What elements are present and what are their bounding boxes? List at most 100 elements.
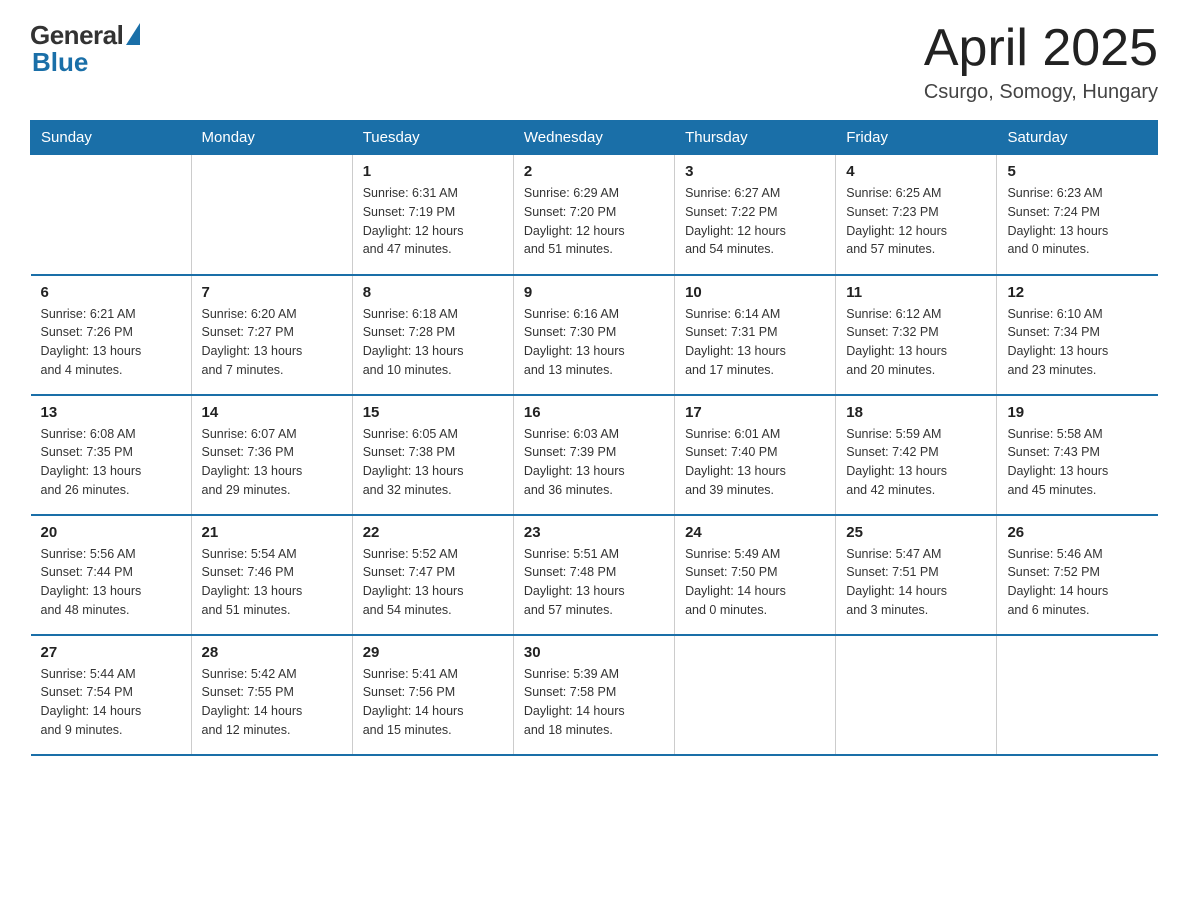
day-number: 15 [363, 404, 503, 421]
day-info: Sunrise: 5:49 AM Sunset: 7:50 PM Dayligh… [685, 545, 825, 620]
day-info: Sunrise: 6:03 AM Sunset: 7:39 PM Dayligh… [524, 425, 664, 500]
header-cell-wednesday: Wednesday [513, 121, 674, 155]
calendar-cell: 12 Sunrise: 6:10 AM Sunset: 7:34 PM Dayli… [997, 275, 1158, 395]
calendar-cell: 16 Sunrise: 6:03 AM Sunset: 7:39 PM Dayli… [513, 395, 674, 515]
day-number: 13 [41, 404, 181, 421]
calendar-cell: 18Sunrise: 5:59 AM Sunset: 7:42 PM Dayli… [836, 395, 997, 515]
day-info: Sunrise: 6:07 AM Sunset: 7:36 PM Dayligh… [202, 425, 342, 500]
header-cell-sunday: Sunday [31, 121, 192, 155]
calendar-cell: 9 Sunrise: 6:16 AM Sunset: 7:30 PM Daylig… [513, 275, 674, 395]
day-number: 22 [363, 524, 503, 541]
day-info: Sunrise: 6:18 AM Sunset: 7:28 PM Dayligh… [363, 305, 503, 380]
day-number: 3 [685, 163, 825, 180]
location-text: Csurgo, Somogy, Hungary [924, 81, 1158, 104]
day-number: 8 [363, 284, 503, 301]
page-header: General Blue April 2025 Csurgo, Somogy, … [30, 20, 1158, 104]
calendar-cell: 8 Sunrise: 6:18 AM Sunset: 7:28 PM Daylig… [352, 275, 513, 395]
header-cell-tuesday: Tuesday [352, 121, 513, 155]
calendar-cell: 17 Sunrise: 6:01 AM Sunset: 7:40 PM Dayli… [675, 395, 836, 515]
calendar-cell: 28 Sunrise: 5:42 AM Sunset: 7:55 PM Dayli… [191, 635, 352, 755]
calendar-row-0: 1 Sunrise: 6:31 AM Sunset: 7:19 PM Daylig… [31, 155, 1158, 275]
day-info: Sunrise: 5:42 AM Sunset: 7:55 PM Dayligh… [202, 665, 342, 740]
day-number: 18 [846, 404, 986, 421]
calendar-cell: 22 Sunrise: 5:52 AM Sunset: 7:47 PM Dayli… [352, 515, 513, 635]
header-row: SundayMondayTuesdayWednesdayThursdayFrid… [31, 121, 1158, 155]
day-number: 16 [524, 404, 664, 421]
day-number: 19 [1007, 404, 1147, 421]
calendar-cell: 29Sunrise: 5:41 AM Sunset: 7:56 PM Dayli… [352, 635, 513, 755]
calendar-cell: 6 Sunrise: 6:21 AM Sunset: 7:26 PM Daylig… [31, 275, 192, 395]
day-number: 5 [1007, 163, 1147, 180]
logo-triangle-icon [126, 23, 140, 45]
day-info: Sunrise: 6:08 AM Sunset: 7:35 PM Dayligh… [41, 425, 181, 500]
calendar-cell: 10 Sunrise: 6:14 AM Sunset: 7:31 PM Dayli… [675, 275, 836, 395]
day-number: 10 [685, 284, 825, 301]
calendar-cell: 23 Sunrise: 5:51 AM Sunset: 7:48 PM Dayli… [513, 515, 674, 635]
day-info: Sunrise: 5:52 AM Sunset: 7:47 PM Dayligh… [363, 545, 503, 620]
calendar-cell: 20 Sunrise: 5:56 AM Sunset: 7:44 PM Dayli… [31, 515, 192, 635]
calendar-cell: 1 Sunrise: 6:31 AM Sunset: 7:19 PM Daylig… [352, 155, 513, 275]
header-cell-monday: Monday [191, 121, 352, 155]
day-info: Sunrise: 6:25 AM Sunset: 7:23 PM Dayligh… [846, 184, 986, 259]
day-number: 4 [846, 163, 986, 180]
day-number: 12 [1007, 284, 1147, 301]
day-info: Sunrise: 6:31 AM Sunset: 7:19 PM Dayligh… [363, 184, 503, 259]
calendar-cell [997, 635, 1158, 755]
day-number: 21 [202, 524, 342, 541]
day-number: 26 [1007, 524, 1147, 541]
header-cell-saturday: Saturday [997, 121, 1158, 155]
calendar-cell: 7Sunrise: 6:20 AM Sunset: 7:27 PM Daylig… [191, 275, 352, 395]
day-info: Sunrise: 6:12 AM Sunset: 7:32 PM Dayligh… [846, 305, 986, 380]
calendar-row-4: 27Sunrise: 5:44 AM Sunset: 7:54 PM Dayli… [31, 635, 1158, 755]
calendar-cell [675, 635, 836, 755]
day-info: Sunrise: 5:39 AM Sunset: 7:58 PM Dayligh… [524, 665, 664, 740]
day-number: 20 [41, 524, 181, 541]
day-info: Sunrise: 6:01 AM Sunset: 7:40 PM Dayligh… [685, 425, 825, 500]
day-number: 29 [363, 644, 503, 661]
calendar-cell: 30 Sunrise: 5:39 AM Sunset: 7:58 PM Dayli… [513, 635, 674, 755]
day-info: Sunrise: 6:27 AM Sunset: 7:22 PM Dayligh… [685, 184, 825, 259]
header-cell-thursday: Thursday [675, 121, 836, 155]
day-number: 9 [524, 284, 664, 301]
calendar-cell: 26Sunrise: 5:46 AM Sunset: 7:52 PM Dayli… [997, 515, 1158, 635]
logo-blue-text: Blue [32, 47, 88, 78]
day-number: 27 [41, 644, 181, 661]
day-info: Sunrise: 5:56 AM Sunset: 7:44 PM Dayligh… [41, 545, 181, 620]
calendar-cell [836, 635, 997, 755]
calendar-title: April 2025 [924, 20, 1158, 77]
day-info: Sunrise: 6:23 AM Sunset: 7:24 PM Dayligh… [1007, 184, 1147, 259]
day-number: 1 [363, 163, 503, 180]
calendar-cell [31, 155, 192, 275]
day-number: 11 [846, 284, 986, 301]
day-info: Sunrise: 6:21 AM Sunset: 7:26 PM Dayligh… [41, 305, 181, 380]
calendar-row-3: 20 Sunrise: 5:56 AM Sunset: 7:44 PM Dayli… [31, 515, 1158, 635]
calendar-cell: 2 Sunrise: 6:29 AM Sunset: 7:20 PM Daylig… [513, 155, 674, 275]
calendar-cell: 27Sunrise: 5:44 AM Sunset: 7:54 PM Dayli… [31, 635, 192, 755]
day-info: Sunrise: 6:10 AM Sunset: 7:34 PM Dayligh… [1007, 305, 1147, 380]
day-number: 6 [41, 284, 181, 301]
day-number: 17 [685, 404, 825, 421]
calendar-cell [191, 155, 352, 275]
day-info: Sunrise: 5:58 AM Sunset: 7:43 PM Dayligh… [1007, 425, 1147, 500]
day-info: Sunrise: 6:29 AM Sunset: 7:20 PM Dayligh… [524, 184, 664, 259]
day-number: 23 [524, 524, 664, 541]
day-info: Sunrise: 6:05 AM Sunset: 7:38 PM Dayligh… [363, 425, 503, 500]
calendar-cell: 25 Sunrise: 5:47 AM Sunset: 7:51 PM Dayli… [836, 515, 997, 635]
day-info: Sunrise: 6:16 AM Sunset: 7:30 PM Dayligh… [524, 305, 664, 380]
calendar-cell: 5 Sunrise: 6:23 AM Sunset: 7:24 PM Daylig… [997, 155, 1158, 275]
day-number: 25 [846, 524, 986, 541]
day-info: Sunrise: 5:47 AM Sunset: 7:51 PM Dayligh… [846, 545, 986, 620]
day-number: 2 [524, 163, 664, 180]
calendar-cell: 13 Sunrise: 6:08 AM Sunset: 7:35 PM Dayli… [31, 395, 192, 515]
calendar-cell: 19 Sunrise: 5:58 AM Sunset: 7:43 PM Dayli… [997, 395, 1158, 515]
day-info: Sunrise: 6:14 AM Sunset: 7:31 PM Dayligh… [685, 305, 825, 380]
day-info: Sunrise: 6:20 AM Sunset: 7:27 PM Dayligh… [202, 305, 342, 380]
calendar-cell: 15 Sunrise: 6:05 AM Sunset: 7:38 PM Dayli… [352, 395, 513, 515]
calendar-row-1: 6 Sunrise: 6:21 AM Sunset: 7:26 PM Daylig… [31, 275, 1158, 395]
calendar-cell: 24Sunrise: 5:49 AM Sunset: 7:50 PM Dayli… [675, 515, 836, 635]
day-number: 28 [202, 644, 342, 661]
calendar-cell: 11 Sunrise: 6:12 AM Sunset: 7:32 PM Dayli… [836, 275, 997, 395]
day-info: Sunrise: 5:51 AM Sunset: 7:48 PM Dayligh… [524, 545, 664, 620]
day-info: Sunrise: 5:54 AM Sunset: 7:46 PM Dayligh… [202, 545, 342, 620]
day-number: 30 [524, 644, 664, 661]
